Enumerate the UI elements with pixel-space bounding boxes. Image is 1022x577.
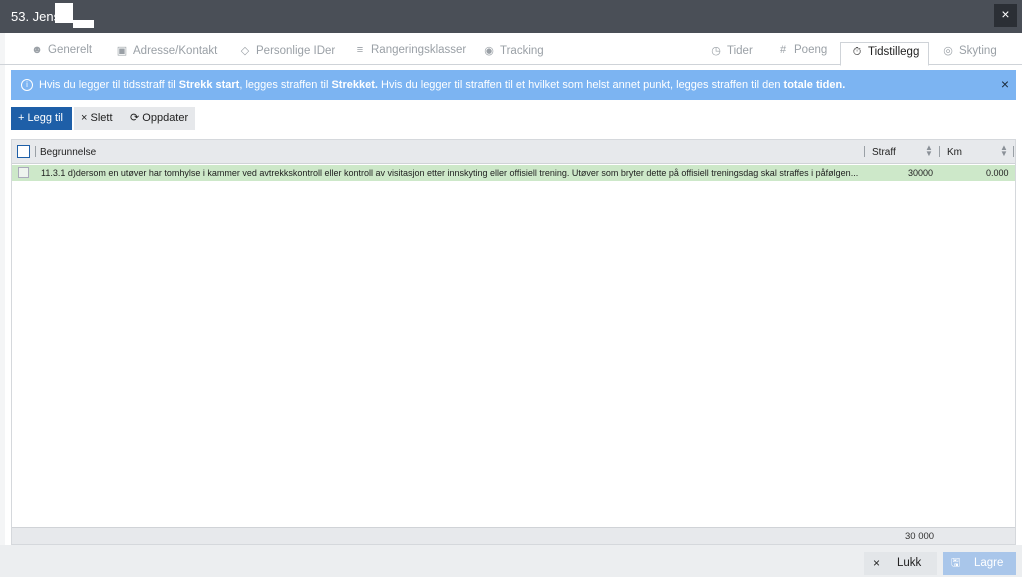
info-icon: i xyxy=(21,79,33,91)
id-card-icon: ▣ xyxy=(116,45,128,57)
tracking-icon: ◉ xyxy=(484,45,494,57)
refresh-button[interactable]: ⟳ Oppdater xyxy=(123,107,195,130)
redaction-box xyxy=(73,20,94,28)
tab-label: Tidstillegg xyxy=(868,46,920,58)
info-text: Hvis du legger til tidsstraff til xyxy=(39,79,179,91)
user-icon: ☻ xyxy=(31,44,43,56)
close-button[interactable]: × Lukk xyxy=(864,552,937,575)
tab-poeng[interactable]: # Poeng xyxy=(776,44,827,65)
add-label: Legg til xyxy=(27,112,63,124)
tab-skyting[interactable]: ◎ Skyting xyxy=(941,44,997,65)
info-bold: Strekket. xyxy=(331,79,378,91)
info-message: Hvis du legger til tidsstraff til Strekk… xyxy=(39,79,845,91)
column-separator xyxy=(939,146,940,157)
km-cell: 0.000 xyxy=(986,168,1009,178)
dialog-title: 53. Jens xyxy=(11,9,61,24)
column-separator xyxy=(864,146,865,157)
tab-label: Skyting xyxy=(959,45,997,57)
column-header-km[interactable]: Km xyxy=(947,147,962,158)
refresh-label: Oppdater xyxy=(142,112,189,124)
grid-footer: 30 000 xyxy=(12,527,1015,544)
tab-personlige-ider[interactable]: ◇ Personlige IDer xyxy=(238,44,336,65)
close-icon: × xyxy=(873,556,881,570)
plus-icon: + xyxy=(18,112,25,124)
penalty-total: 30 000 xyxy=(905,531,935,542)
tab-adresse-kontakt[interactable]: ▣ Adresse/Kontakt xyxy=(115,44,218,65)
info-text: , legges straffen til xyxy=(239,79,332,91)
save-label: Lagre xyxy=(974,557,1004,569)
sort-icon[interactable]: ▲ ▼ xyxy=(925,144,933,158)
tab-label: Generelt xyxy=(48,44,93,56)
tab-rangeringsklasser[interactable]: ≡ Rangeringsklasser xyxy=(353,44,466,65)
close-dialog-button[interactable]: × xyxy=(994,4,1017,27)
info-banner: i Hvis du legger til tidsstraff til Stre… xyxy=(11,70,1016,100)
tab-tidstillegg[interactable]: ⏱ Tidstillegg xyxy=(840,42,930,66)
close-icon: × xyxy=(81,112,88,124)
grid-header: Begrunnelse Straff ▲ ▼ Km ▲ ▼ xyxy=(12,140,1015,164)
title-bar: 53. Jens × xyxy=(0,0,1022,33)
participant-dialog: 53. Jens × ☻ Generelt ▣ Adresse/Kontakt ◇ P… xyxy=(0,0,1022,577)
tab-bar: ☻ Generelt ▣ Adresse/Kontakt ◇ Personlige I… xyxy=(0,33,1022,66)
info-text: Hvis du legger til straffen til et hvilk… xyxy=(377,79,784,91)
tab-generelt[interactable]: ☻ Generelt xyxy=(30,44,92,65)
tab-label: Tracking xyxy=(500,45,544,57)
row-checkbox[interactable] xyxy=(18,167,29,178)
penalty-grid: Begrunnelse Straff ▲ ▼ Km ▲ ▼ 11.3.1 d)der… xyxy=(11,139,1016,545)
layers-icon: ≡ xyxy=(356,44,364,56)
info-bold: totale tiden. xyxy=(783,79,846,91)
dialog-footer: × Lukk 🖫 Lagre xyxy=(0,545,1022,577)
reason-cell: 11.3.1 d)dersom en utøver har tomhylse i… xyxy=(41,168,859,178)
tag-icon: ◇ xyxy=(240,45,250,57)
tab-tracking[interactable]: ◉ Tracking xyxy=(482,44,544,65)
redaction-box xyxy=(55,3,73,23)
tab-label: Rangeringsklasser xyxy=(371,44,467,56)
target-icon: ◎ xyxy=(943,45,953,57)
column-header-reason[interactable]: Begrunnelse xyxy=(40,147,96,158)
close-label: Lukk xyxy=(897,557,922,569)
clock-icon: ◷ xyxy=(711,45,721,57)
info-bold: Strekk start xyxy=(178,79,240,91)
add-button[interactable]: + Legg til xyxy=(11,107,72,130)
tab-label: Personlige IDer xyxy=(256,45,336,57)
tab-label: Poeng xyxy=(794,44,828,56)
tab-tider[interactable]: ◷ Tider xyxy=(709,44,753,65)
tab-label: Tider xyxy=(727,45,753,57)
refresh-icon: ⟳ xyxy=(130,112,140,124)
hash-icon: # xyxy=(779,44,787,56)
sort-icon[interactable]: ▲ ▼ xyxy=(1000,144,1008,158)
penalty-cell: 30000 xyxy=(908,168,934,178)
delete-label: Slett xyxy=(90,112,113,124)
close-banner-button[interactable]: × xyxy=(1001,76,1009,92)
column-separator xyxy=(1013,146,1014,157)
stopwatch-icon: ⏱ xyxy=(852,46,862,58)
save-icon: 🖫 xyxy=(951,557,961,569)
table-row[interactable]: 11.3.1 d)dersom en utøver har tomhylse i… xyxy=(12,165,1015,181)
left-edge xyxy=(0,33,5,577)
tab-label: Adresse/Kontakt xyxy=(133,45,218,57)
save-button[interactable]: 🖫 Lagre xyxy=(943,552,1016,575)
select-all-checkbox[interactable] xyxy=(17,145,30,158)
column-header-penalty[interactable]: Straff xyxy=(872,147,896,158)
column-separator xyxy=(35,146,36,157)
